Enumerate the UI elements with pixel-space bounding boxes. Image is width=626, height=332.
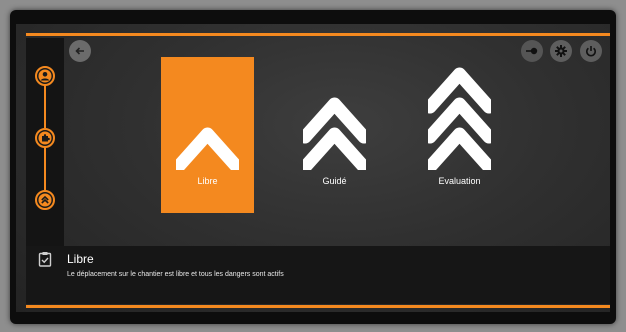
power-icon — [586, 46, 596, 57]
mode-label: Evaluation — [438, 176, 481, 186]
mode-card-evaluation[interactable]: Evaluation — [413, 57, 506, 213]
mode-label: Guidé — [322, 176, 347, 186]
sidebar-step-user[interactable] — [35, 66, 55, 86]
app-screen: Libre Guidé Evaluation Libre Le déplacem… — [16, 24, 610, 312]
mode-card-guide[interactable]: Guidé — [288, 57, 381, 213]
power-button[interactable] — [580, 40, 602, 62]
double-chevron-up-icon — [303, 97, 366, 170]
back-button[interactable] — [69, 40, 91, 62]
triple-chevron-up-icon — [428, 67, 491, 170]
gear-icon — [555, 45, 567, 57]
chevrons-up-icon — [38, 193, 52, 207]
progress-rail — [44, 84, 46, 128]
bottom-accent-line — [26, 305, 610, 308]
chevron-up-icon — [176, 127, 239, 170]
mode-label: Libre — [197, 176, 218, 186]
info-title: Libre — [67, 252, 94, 266]
settings-button[interactable] — [550, 40, 572, 62]
mode-card-libre[interactable]: Libre — [161, 57, 254, 213]
sidebar-step-puzzle[interactable] — [35, 128, 55, 148]
sidebar-step-mode[interactable] — [35, 190, 55, 210]
arrow-left-icon — [75, 47, 84, 55]
info-description: Le déplacement sur le chantier est libre… — [67, 271, 284, 278]
top-accent-line — [26, 33, 610, 36]
user-icon — [38, 69, 52, 83]
key-button[interactable] — [521, 40, 543, 62]
progress-rail — [44, 146, 46, 190]
key-icon — [526, 47, 538, 55]
puzzle-icon — [38, 131, 52, 145]
clipboard-check-icon — [38, 252, 52, 267]
mode-info-panel: Libre Le déplacement sur le chantier est… — [26, 246, 610, 304]
